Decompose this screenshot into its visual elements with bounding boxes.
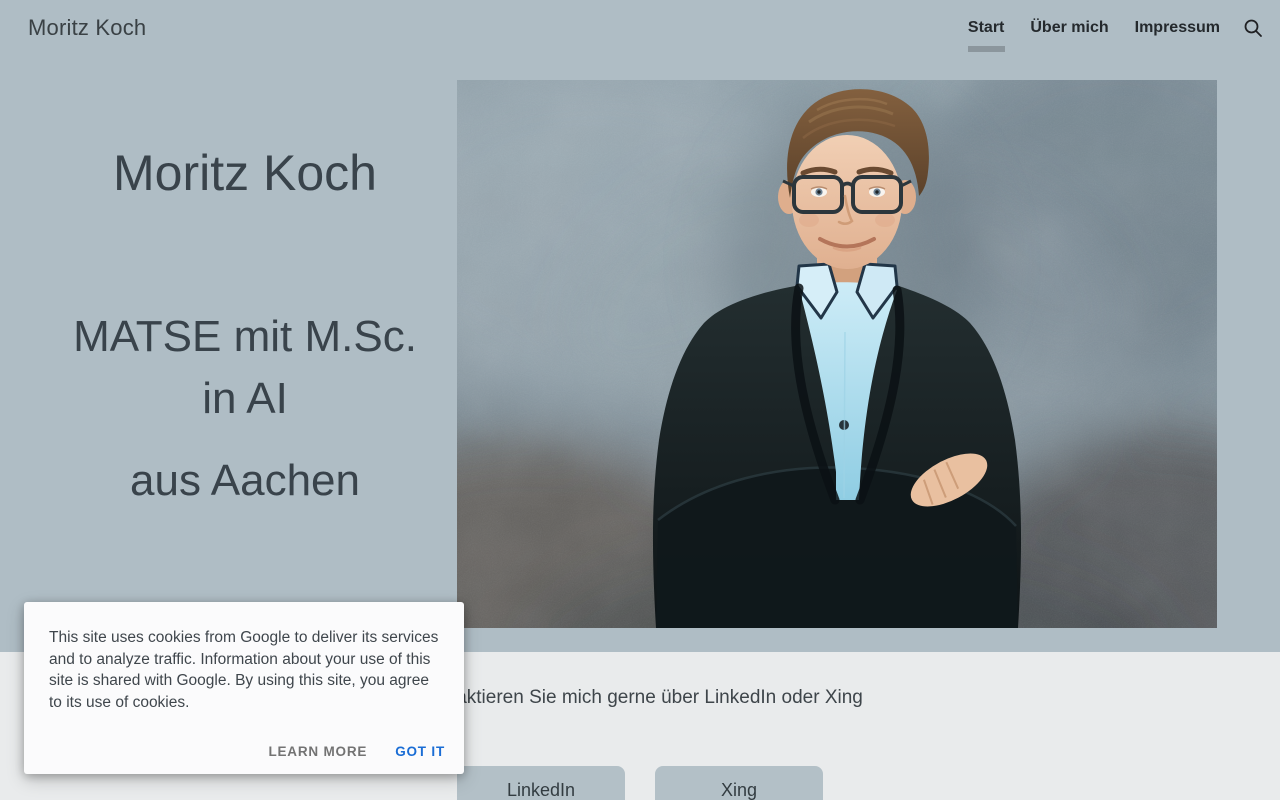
hero-title: Moritz Koch bbox=[113, 145, 377, 201]
active-tab-indicator bbox=[967, 46, 1005, 52]
nav-item-impressum[interactable]: Impressum bbox=[1135, 0, 1220, 56]
cookie-consent-banner: This site uses cookies from Google to de… bbox=[24, 602, 464, 774]
header: Moritz Koch Start Über mich Impressum bbox=[0, 0, 1280, 56]
cookie-actions: LEARN MORE GOT IT bbox=[49, 744, 447, 759]
hero-subtitle: MATSE mit M.Sc. in AI bbox=[73, 312, 417, 423]
nav-item-start[interactable]: Start bbox=[967, 0, 1005, 56]
nav-item-impressum-label: Impressum bbox=[1134, 19, 1220, 36]
nav-item-ueber-mich[interactable]: Über mich bbox=[1030, 0, 1108, 56]
learn-more-button[interactable]: LEARN MORE bbox=[268, 744, 367, 759]
hero-section: Moritz Koch MATSE mit M.Sc. in AI aus Aa… bbox=[0, 56, 1280, 652]
search-button[interactable] bbox=[1240, 16, 1266, 42]
site-logo[interactable]: Moritz Koch bbox=[28, 0, 146, 56]
linkedin-button[interactable]: LinkedIn bbox=[457, 766, 625, 800]
main-nav: Start Über mich Impressum bbox=[967, 0, 1220, 56]
cookie-message: This site uses cookies from Google to de… bbox=[49, 629, 439, 711]
xing-button[interactable]: Xing bbox=[655, 766, 823, 800]
nav-item-start-label: Start bbox=[967, 19, 1005, 36]
got-it-button[interactable]: GOT IT bbox=[395, 744, 445, 759]
hero-subtitle-location: aus Aachen bbox=[130, 456, 360, 505]
search-icon bbox=[1242, 17, 1264, 42]
page: Moritz Koch MATSE mit M.Sc. in AI aus Aa… bbox=[0, 0, 1280, 800]
portrait-photo bbox=[457, 80, 1217, 628]
nav-item-ueber-mich-label: Über mich bbox=[1030, 19, 1109, 36]
